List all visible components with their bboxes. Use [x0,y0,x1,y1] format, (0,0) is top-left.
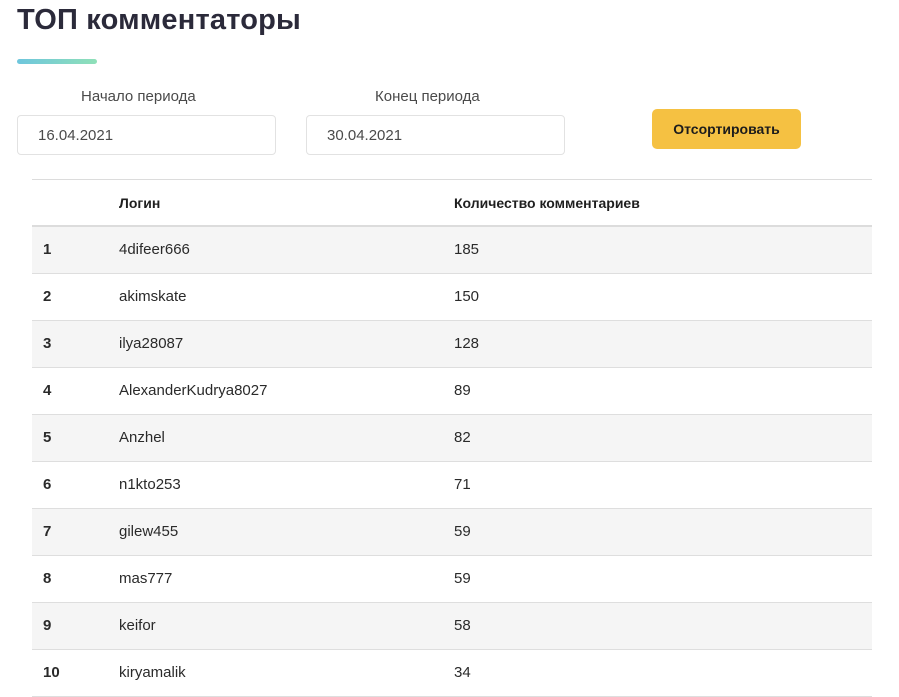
rank-cell: 3 [32,320,119,368]
login-cell: n1kto253 [119,461,454,509]
table-row: 4 AlexanderKudrya8027 89 [32,367,872,415]
rank-cell: 10 [32,649,119,697]
login-cell: Anzhel [119,414,454,462]
login-cell: gilew455 [119,508,454,556]
login-cell: 4difeer666 [119,226,454,274]
rank-cell: 6 [32,461,119,509]
count-cell: 34 [454,649,872,697]
start-date-input[interactable] [17,115,276,155]
page-title: ТОП комментаторы [17,4,302,36]
login-cell: akimskate [119,273,454,321]
column-header-login: Логин [119,180,454,227]
rank-cell: 2 [32,273,119,321]
login-cell: keifor [119,602,454,650]
rank-cell: 1 [32,226,119,274]
login-cell: mas777 [119,555,454,603]
table-row: 5 Anzhel 82 [32,414,872,462]
count-cell: 59 [454,555,872,603]
start-date-label: Начало периода [81,88,196,105]
rank-cell: 5 [32,414,119,462]
table-row: 6 n1kto253 71 [32,461,872,509]
table-row: 3 ilya28087 128 [32,320,872,368]
table-row: 10 kiryamalik 34 [32,649,872,697]
table-row: 7 gilew455 59 [32,508,872,556]
login-cell: ilya28087 [119,320,454,368]
end-date-label: Конец периода [375,88,480,105]
top-commenters-table: Логин Количество комментариев 1 4difeer66… [32,179,872,697]
title-underline [17,59,97,64]
column-header-rank [32,180,119,227]
table-row: 9 keifor 58 [32,602,872,650]
login-cell: kiryamalik [119,649,454,697]
count-cell: 128 [454,320,872,368]
count-cell: 71 [454,461,872,509]
table-row: 1 4difeer666 185 [32,226,872,274]
table-row: 8 mas777 59 [32,555,872,603]
end-date-input[interactable] [306,115,565,155]
rank-cell: 7 [32,508,119,556]
table-row: 2 akimskate 150 [32,273,872,321]
login-cell: AlexanderKudrya8027 [119,367,454,415]
count-cell: 58 [454,602,872,650]
count-cell: 82 [454,414,872,462]
rank-cell: 8 [32,555,119,603]
count-cell: 89 [454,367,872,415]
count-cell: 185 [454,226,872,274]
count-cell: 59 [454,508,872,556]
column-header-count: Количество комментариев [454,180,872,227]
table-header-row: Логин Количество комментариев [32,180,872,227]
rank-cell: 9 [32,602,119,650]
sort-button[interactable]: Отсортировать [652,109,801,149]
rank-cell: 4 [32,367,119,415]
count-cell: 150 [454,273,872,321]
